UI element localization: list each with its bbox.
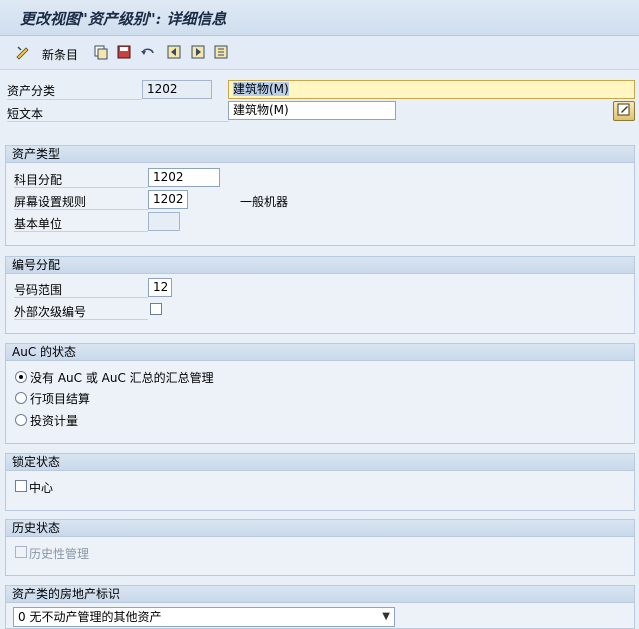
- auc-option-summary-radio[interactable]: [15, 371, 27, 383]
- edit-toggle-icon[interactable]: [15, 44, 31, 60]
- application-toolbar: 新条目: [0, 36, 639, 70]
- auc-option-line-item-label: 行项目结算: [30, 392, 91, 406]
- center-lock-checkbox[interactable]: [15, 480, 27, 492]
- next-icon[interactable]: [213, 44, 229, 60]
- base-unit-field: [148, 212, 180, 231]
- screen-layout-underline: [14, 209, 148, 210]
- window-title: 更改视图"资产级别": 详细信息: [20, 10, 227, 28]
- save-as-icon[interactable]: [116, 44, 132, 60]
- number-assignment-group: 编号分配: [5, 256, 635, 334]
- screen-layout-field[interactable]: 1202: [148, 190, 188, 209]
- short-text-underline: [7, 121, 229, 122]
- base-unit-underline: [14, 231, 148, 232]
- chevron-down-icon[interactable]: ▼: [382, 608, 390, 626]
- pencil-icon: [617, 103, 630, 116]
- undo-icon[interactable]: [140, 44, 156, 60]
- new-entries-button[interactable]: 新条目: [42, 46, 78, 63]
- number-assignment-header: 编号分配: [6, 257, 634, 274]
- auc-option-investment-label: 投资计量: [30, 414, 79, 428]
- base-unit-label: 基本单位: [14, 217, 63, 231]
- asset-class-underline: [7, 99, 142, 100]
- external-sub-number-label: 外部次级编号: [14, 305, 87, 319]
- previous-icon[interactable]: [190, 44, 206, 60]
- screen-layout-label: 屏幕设置规则: [14, 195, 87, 209]
- long-text-edit-button[interactable]: [613, 101, 635, 121]
- asset-type-header: 资产类型: [6, 146, 634, 163]
- asset-class-label: 资产分类: [7, 84, 56, 98]
- asset-class-description-field[interactable]: 建筑物(M): [228, 80, 635, 99]
- number-range-field[interactable]: 12: [148, 278, 172, 297]
- auc-option-investment-radio[interactable]: [15, 414, 27, 426]
- short-text-field[interactable]: 建筑物(M): [228, 101, 396, 120]
- history-status-group: 历史状态: [5, 519, 635, 576]
- lock-status-group: 锁定状态: [5, 453, 635, 511]
- real-estate-header: 资产类的房地产标识: [6, 586, 634, 603]
- title-bar: 更改视图"资产级别": 详细信息: [0, 0, 639, 36]
- real-estate-indicator-dropdown[interactable]: 0 无不动产管理的其他资产 ▼: [13, 607, 395, 627]
- copy-icon[interactable]: [93, 44, 109, 60]
- history-management-checkbox: [15, 546, 27, 558]
- number-range-underline: [14, 297, 148, 298]
- real-estate-indicator-value: 0 无不动产管理的其他资产: [18, 610, 162, 624]
- auc-option-line-item-radio[interactable]: [15, 392, 27, 404]
- auc-option-summary-label: 没有 AuC 或 AuC 汇总的汇总管理: [30, 371, 214, 385]
- external-sub-number-checkbox[interactable]: [150, 303, 162, 315]
- first-icon[interactable]: [166, 44, 182, 60]
- history-management-label: 历史性管理: [29, 547, 90, 561]
- center-lock-label: 中心: [29, 481, 54, 495]
- short-text-label: 短文本: [7, 107, 44, 121]
- auc-status-group: AuC 的状态: [5, 343, 635, 444]
- asset-class-description-text: 建筑物(M): [233, 82, 289, 96]
- history-status-header: 历史状态: [6, 520, 634, 537]
- number-range-label: 号码范围: [14, 283, 63, 297]
- account-determination-underline: [14, 187, 148, 188]
- external-sub-number-underline: [14, 319, 148, 320]
- account-determination-field[interactable]: 1202: [148, 168, 220, 187]
- account-determination-label: 科目分配: [14, 173, 63, 187]
- asset-class-field: 1202: [142, 80, 212, 99]
- auc-status-header: AuC 的状态: [6, 344, 634, 361]
- screen-layout-description: 一般机器: [240, 195, 289, 209]
- lock-status-header: 锁定状态: [6, 454, 634, 471]
